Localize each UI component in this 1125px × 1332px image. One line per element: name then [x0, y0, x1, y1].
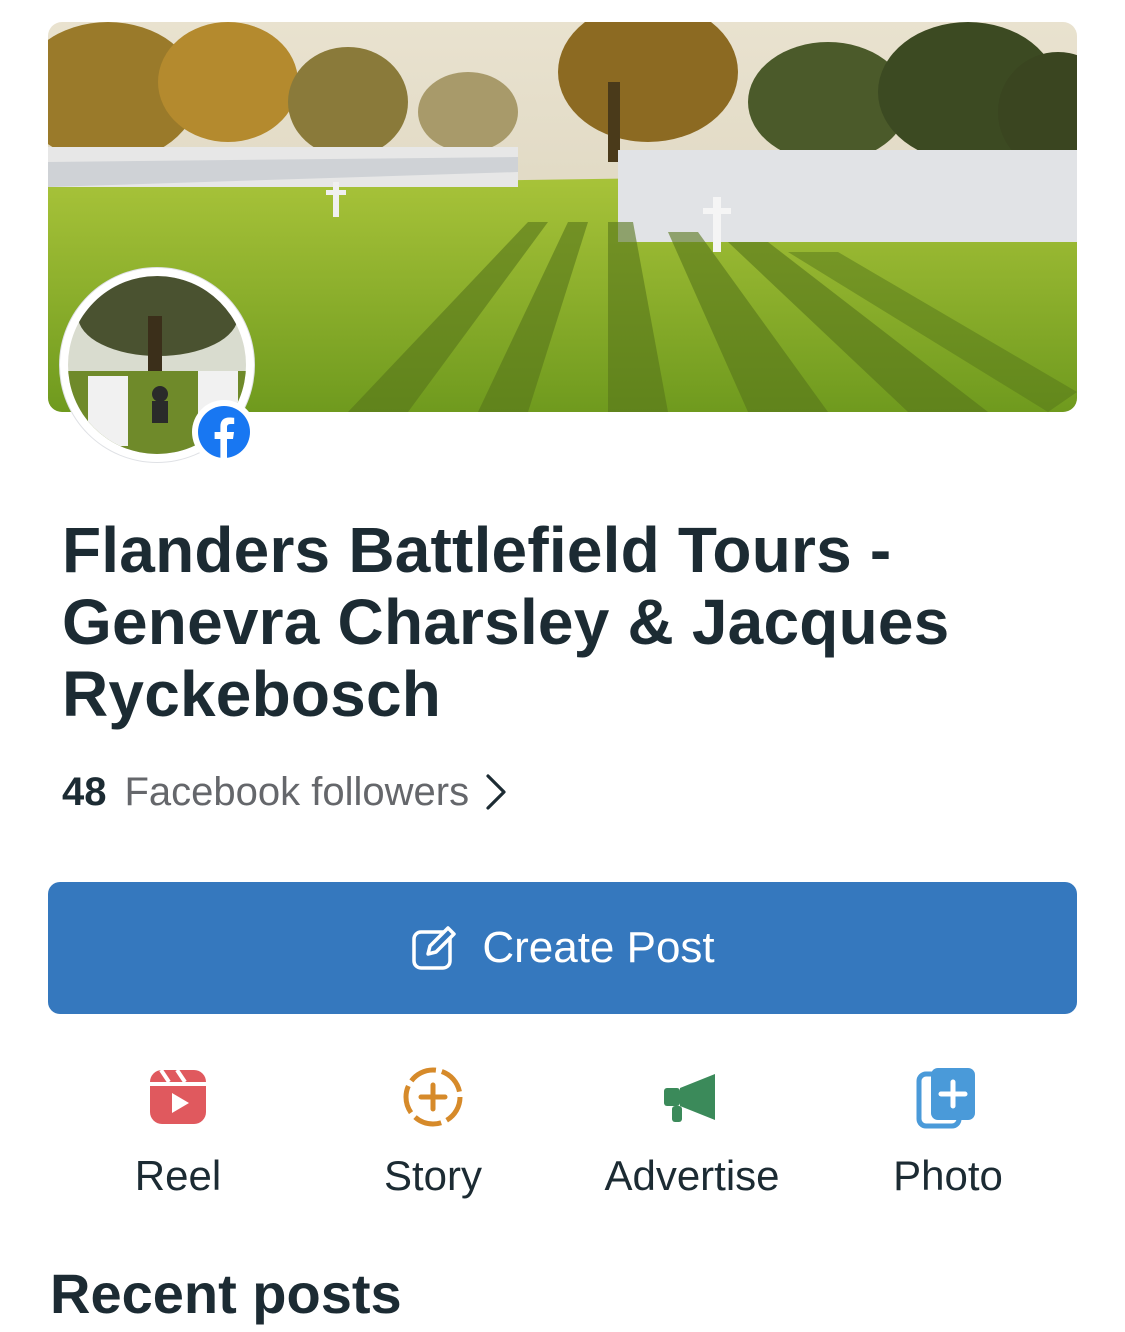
reel-label: Reel [134, 1152, 222, 1199]
advertise-button[interactable]: Advertise [572, 1056, 812, 1216]
advertise-label: Advertise [604, 1152, 780, 1199]
photo-button[interactable]: Photo [828, 1056, 1068, 1216]
megaphone-icon [664, 1074, 715, 1122]
story-button[interactable]: Story [313, 1056, 553, 1216]
story-add-icon [403, 1067, 463, 1127]
edit-icon [412, 926, 457, 970]
facebook-badge [192, 400, 256, 464]
recent-posts-heading: Recent posts [50, 1262, 402, 1325]
create-post-button[interactable]: Create Post [48, 882, 1077, 1014]
reel-icon [150, 1068, 206, 1124]
facebook-icon [198, 406, 250, 458]
story-label: Story [383, 1152, 483, 1199]
create-post-label: Create Post [482, 923, 715, 972]
followers-count: 48 [62, 769, 107, 814]
page-profile-screen: Flanders Battlefield Tours - Genevra Cha… [0, 0, 1125, 1332]
followers-label: Facebook followers [124, 769, 470, 814]
reel-button[interactable]: Reel [58, 1056, 298, 1216]
quick-actions: Reel Story Advertise Photo [48, 1056, 1077, 1216]
page-title: Flanders Battlefield Tours - Genevra Cha… [62, 514, 950, 730]
photo-label: Photo [893, 1152, 1003, 1199]
followers-link[interactable]: 48 Facebook followers [62, 766, 509, 818]
chevron-right-icon [486, 774, 506, 810]
photo-add-icon [916, 1068, 975, 1129]
